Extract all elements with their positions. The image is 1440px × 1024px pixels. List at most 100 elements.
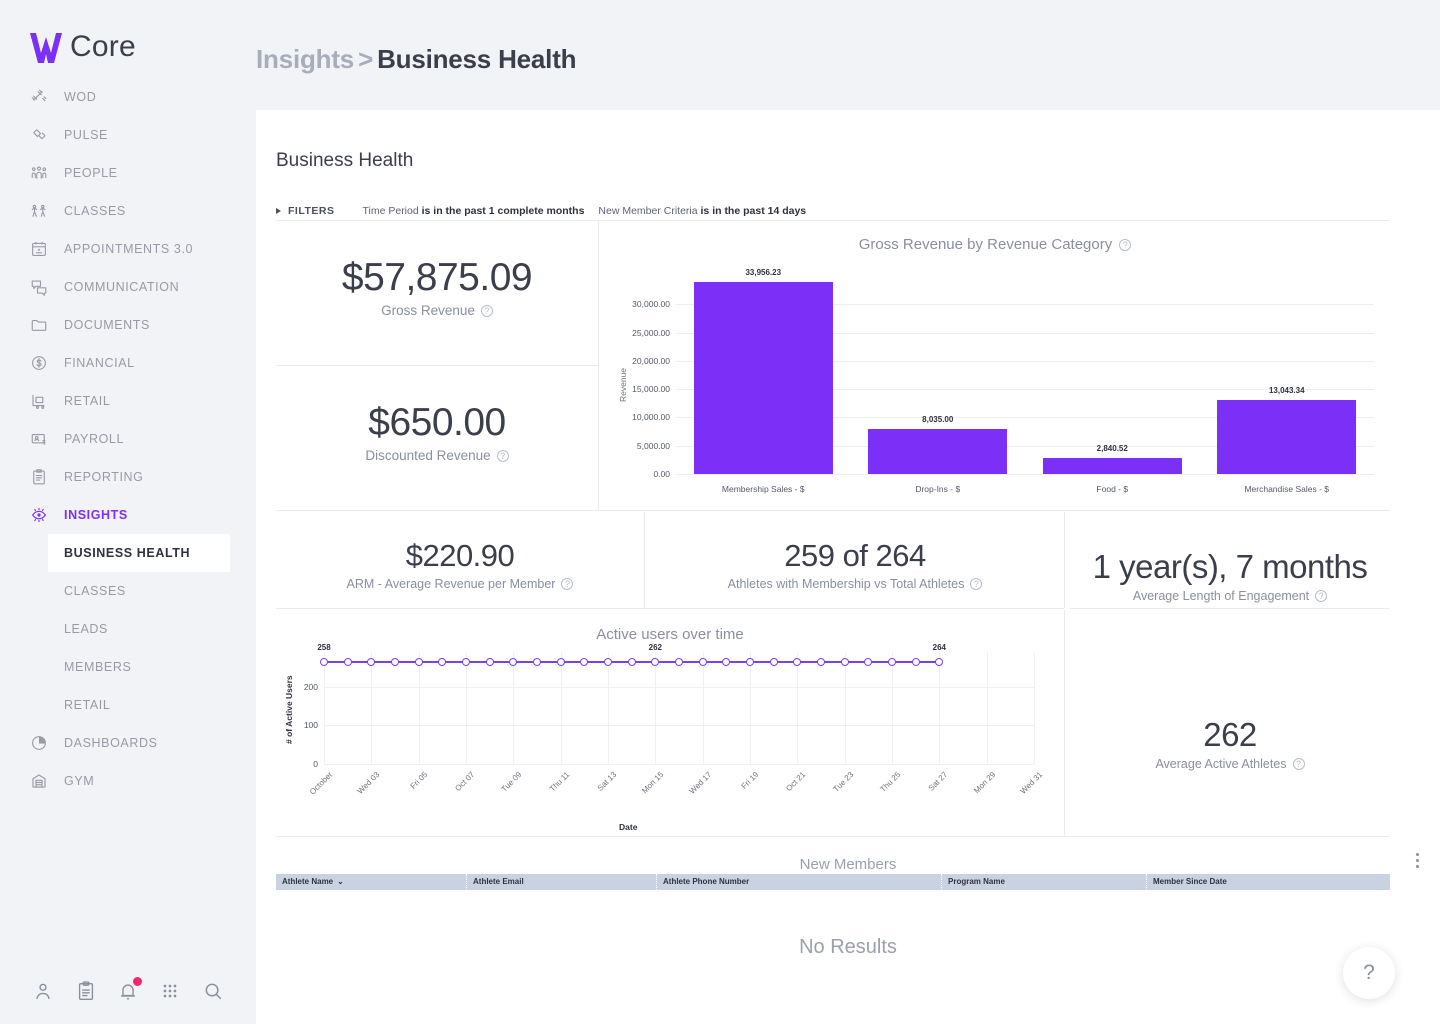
bar[interactable] [1217,400,1356,474]
line-data-point[interactable] [462,658,470,666]
line-data-point[interactable] [344,658,352,666]
filters-toggle[interactable]: FILTERS [276,205,334,217]
line-data-point[interactable] [509,658,517,666]
bar[interactable] [868,429,1007,474]
table-column-header[interactable]: Athlete Name⌄ [276,874,466,890]
line-data-point[interactable] [699,658,707,666]
sidebar-subitem-retail[interactable]: RETAIL [0,686,256,724]
line-data-point[interactable] [438,658,446,666]
line-data-point[interactable] [817,658,825,666]
chat-icon [26,276,52,298]
line-data-point[interactable] [770,658,778,666]
line-plot-area: 0100200OctoberWed 03Fri 05Oct 07Tue 09Th… [276,612,1064,834]
kpi-value: $650.00 [276,403,598,442]
sidebar-item-gym[interactable]: GYM [0,762,256,800]
bar[interactable] [694,282,833,474]
bar-chart-y-tick: 30,000.00 [610,299,670,309]
line-data-point[interactable] [533,658,541,666]
line-data-point[interactable] [675,658,683,666]
bar-value-label: 13,043.34 [1227,386,1347,395]
sidebar-subitem-members[interactable]: MEMBERS [0,648,256,686]
sidebar-nav: WOD PULSE PEOPLE [0,78,256,800]
sidebar-item-pulse[interactable]: PULSE [0,116,256,154]
sidebar-item-dashboards[interactable]: DASHBOARDS [0,724,256,762]
line-data-point[interactable] [557,658,565,666]
line-chart-x-tick: Tue 09 [478,770,524,816]
sidebar-subitem-classes[interactable]: CLASSES [0,572,256,610]
sidebar-item-label: PEOPLE [64,166,118,180]
line-data-point[interactable] [841,658,849,666]
kpi-arm: $220.90 ARM - Average Revenue per Member… [276,540,644,593]
bar-plot-area: Revenue0.005,000.0010,000.0015,000.0020,… [600,222,1390,510]
sidebar-item-classes[interactable]: CLASSES [0,192,256,230]
notifications-bell-icon[interactable] [115,978,141,1004]
help-tooltip-icon[interactable]: ? [970,578,982,590]
sidebar-item-payroll[interactable]: PAYROLL [0,420,256,458]
line-chart-x-tick: Oct 21 [762,770,808,816]
filter-time-period[interactable]: Time Period is in the past 1 complete mo… [362,205,584,217]
sidebar-bottom-toolbar [0,958,256,1024]
line-data-point[interactable] [935,658,943,666]
sidebar-item-documents[interactable]: DOCUMENTS [0,306,256,344]
kebab-menu-icon[interactable] [1408,848,1426,872]
classes-icon [26,200,52,222]
table-column-header[interactable]: Athlete Email [466,874,656,890]
divider [276,608,1064,609]
line-chart-gridline-vertical [1034,652,1035,764]
help-tooltip-icon[interactable]: ? [1293,758,1305,770]
line-chart-gridline-vertical [561,652,562,764]
breadcrumb-parent[interactable]: Insights [256,44,354,74]
line-data-point[interactable] [580,658,588,666]
line-data-point[interactable] [864,658,872,666]
line-data-point[interactable] [722,658,730,666]
sidebar-item-retail[interactable]: RETAIL [0,382,256,420]
calendar-icon [26,238,52,260]
line-data-point[interactable] [628,658,636,666]
line-data-point[interactable] [415,658,423,666]
help-tooltip-icon[interactable]: ? [481,305,493,317]
line-data-point[interactable] [367,658,375,666]
clipboard-icon[interactable] [73,978,99,1004]
sidebar-item-insights[interactable]: INSIGHTS [0,496,256,534]
apps-grid-icon[interactable] [157,978,183,1004]
help-tooltip-icon[interactable]: ? [1315,590,1327,602]
line-data-point[interactable] [888,658,896,666]
kpi-label-text: Athletes with Membership vs Total Athlet… [728,577,965,591]
line-data-point[interactable] [793,658,801,666]
sidebar-subitem-business-health[interactable]: BUSINESS HEALTH [48,534,230,572]
bar-chart-y-tick: 5,000.00 [610,441,670,451]
help-tooltip-icon[interactable]: ? [561,578,573,590]
sidebar-item-reporting[interactable]: REPORTING [0,458,256,496]
line-data-point[interactable] [651,658,659,666]
line-data-point[interactable] [486,658,494,666]
help-tooltip-icon[interactable]: ? [497,450,509,462]
sidebar-item-communication[interactable]: COMMUNICATION [0,268,256,306]
sidebar-item-appointments[interactable]: APPOINTMENTS 3.0 [0,230,256,268]
sidebar-item-label: DASHBOARDS [64,736,158,750]
sidebar-item-financial[interactable]: FINANCIAL [0,344,256,382]
line-data-point[interactable] [391,658,399,666]
table-column-header[interactable]: Member Since Date [1146,874,1390,890]
line-data-point[interactable] [320,658,328,666]
line-data-point[interactable] [604,658,612,666]
sidebar-item-wod[interactable]: WOD [0,78,256,116]
filter-new-member-criteria[interactable]: New Member Criteria is in the past 14 da… [598,205,806,217]
filter-name: New Member Criteria [598,205,697,217]
line-chart-gridline [324,764,1034,765]
table-column-header[interactable]: Athlete Phone Number [656,874,941,890]
help-button[interactable]: ? [1343,947,1395,999]
chevron-down-icon[interactable]: ⌄ [337,874,344,890]
search-icon[interactable] [200,978,226,1004]
line-chart-x-tick: Sat 13 [572,770,618,816]
dumbbell-icon [26,86,52,108]
line-data-point[interactable] [746,658,754,666]
brand-logo[interactable]: Core [0,0,256,58]
divider [1064,512,1065,608]
sidebar-subitem-leads[interactable]: LEADS [0,610,256,648]
divider [276,365,598,366]
bar[interactable] [1043,458,1182,474]
table-column-header[interactable]: Program Name [941,874,1146,890]
line-data-point[interactable] [912,658,920,666]
profile-icon[interactable] [30,978,56,1004]
sidebar-item-people[interactable]: PEOPLE [0,154,256,192]
